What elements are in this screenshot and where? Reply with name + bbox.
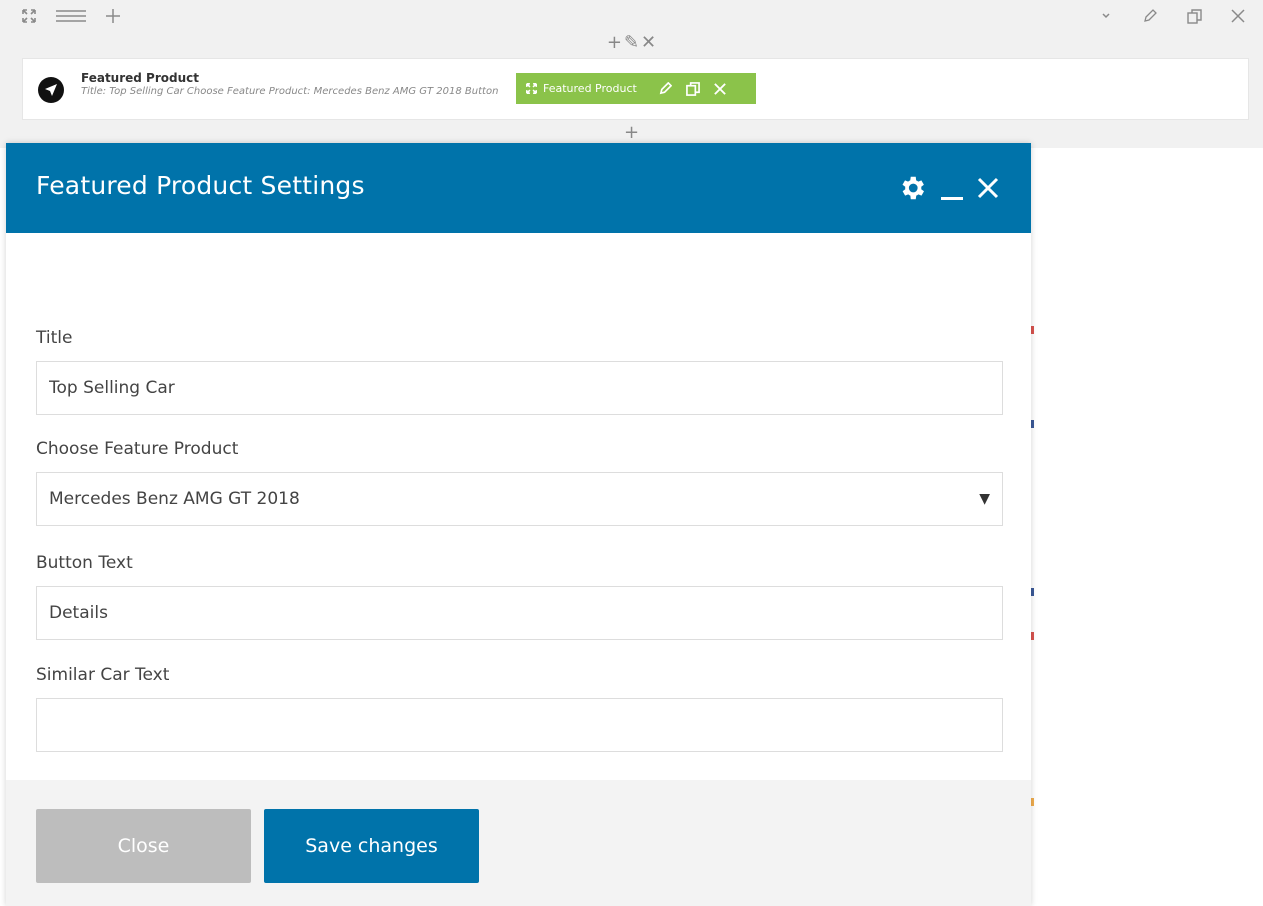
toolbar-right — [1095, 5, 1249, 27]
background-mark — [1031, 420, 1034, 428]
feature-product-select[interactable]: Mercedes Benz AMG GT 2018 ▼ — [36, 472, 1003, 526]
modal-title: Featured Product Settings — [36, 171, 365, 200]
builder-toolbar: + ✎ ✕ Featured Product Title: Top Selling … — [0, 0, 1263, 148]
similar-car-text-input[interactable] — [36, 698, 1003, 752]
button-text-input[interactable] — [36, 586, 1003, 640]
page-background — [1031, 148, 1263, 906]
modal-header: Featured Product Settings — [6, 143, 1031, 233]
clone-icon[interactable] — [1183, 5, 1205, 27]
background-mark — [1031, 326, 1034, 334]
element-badge[interactable]: Featured Product — [516, 73, 756, 104]
row-controls: + ✎ ✕ — [0, 32, 1263, 54]
expand-icon[interactable] — [18, 5, 40, 27]
delete-row-icon[interactable]: ✕ — [641, 32, 656, 54]
similar-car-text-label: Similar Car Text — [36, 665, 170, 685]
add-element-icon[interactable]: + — [0, 123, 1263, 143]
gear-icon[interactable] — [897, 172, 927, 204]
settings-modal: Featured Product Settings Title Choose F… — [6, 143, 1031, 906]
badge-label: Featured Product — [543, 82, 637, 95]
clone-icon[interactable] — [685, 81, 700, 96]
close-icon[interactable] — [1227, 5, 1249, 27]
button-text-label: Button Text — [36, 553, 133, 573]
close-icon[interactable] — [977, 172, 999, 204]
caret-down-icon: ▼ — [979, 491, 990, 507]
chevron-down-icon[interactable] — [1095, 5, 1117, 27]
pencil-icon[interactable] — [1139, 5, 1161, 27]
menu-icon[interactable] — [54, 5, 88, 27]
close-icon[interactable] — [714, 82, 726, 95]
feature-product-label: Choose Feature Product — [36, 439, 239, 459]
minimize-icon[interactable] — [941, 172, 963, 204]
background-mark — [1031, 632, 1034, 640]
element-title: Featured Product — [81, 71, 199, 85]
background-mark — [1031, 798, 1034, 806]
plus-icon[interactable] — [102, 5, 124, 27]
element-description: Title: Top Selling Car Choose Feature Pr… — [81, 86, 499, 97]
toolbar-left — [18, 5, 124, 27]
save-changes-button[interactable]: Save changes — [264, 809, 479, 883]
feature-product-value: Mercedes Benz AMG GT 2018 — [49, 489, 300, 509]
title-label: Title — [36, 328, 73, 348]
close-button[interactable]: Close — [36, 809, 251, 883]
modal-header-icons — [897, 172, 999, 204]
title-input[interactable] — [36, 361, 1003, 415]
add-row-icon[interactable]: + — [607, 32, 622, 54]
navigation-arrow-icon — [38, 77, 64, 103]
background-mark — [1031, 588, 1034, 596]
move-icon[interactable] — [526, 83, 537, 94]
pencil-icon[interactable] — [659, 82, 672, 95]
edit-row-icon[interactable]: ✎ — [624, 32, 639, 54]
modal-footer: Close Save changes — [6, 780, 1031, 906]
